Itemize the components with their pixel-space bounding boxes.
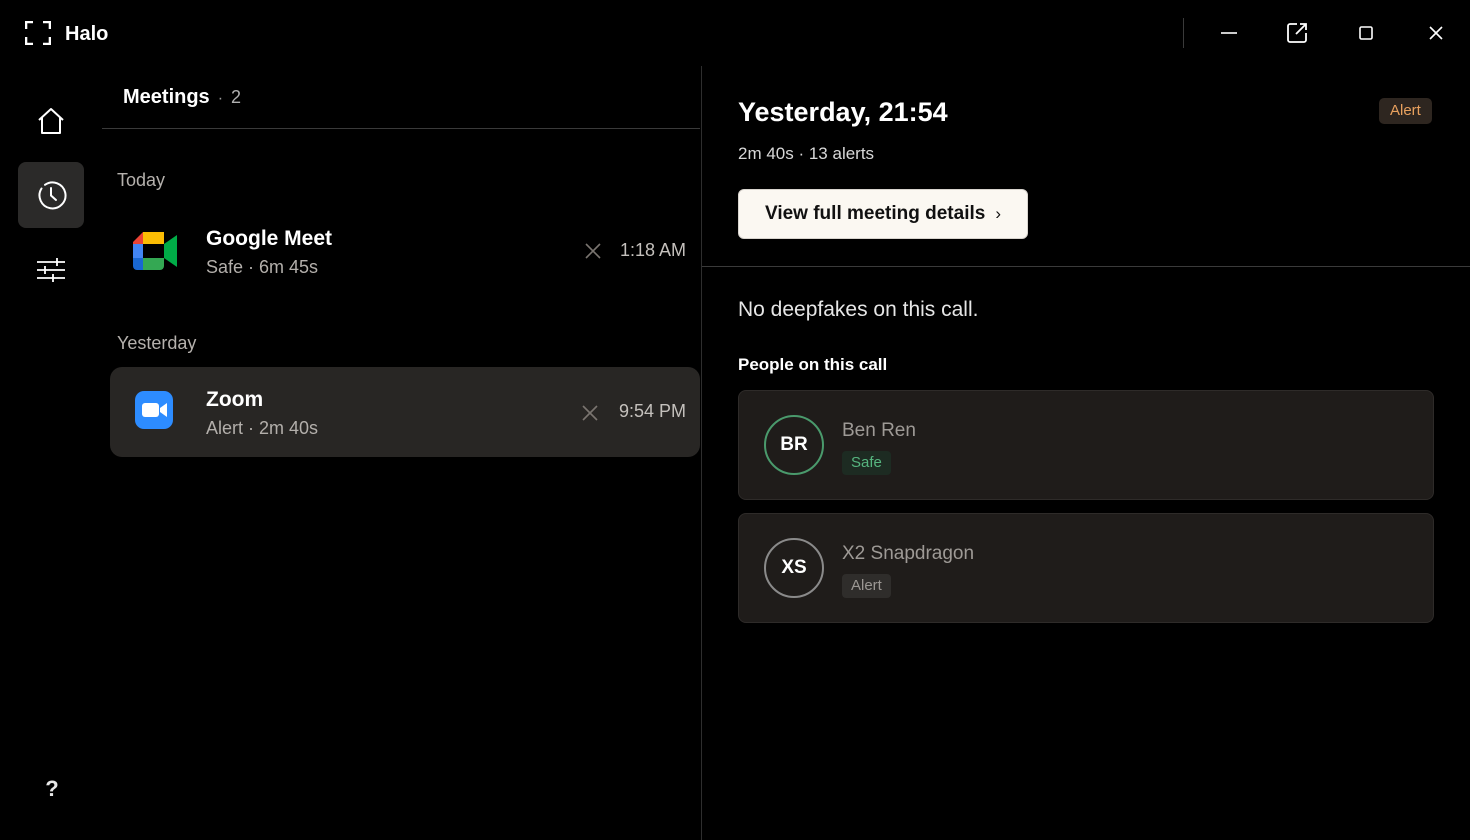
zoom-icon	[135, 391, 173, 429]
clock-icon	[38, 181, 67, 210]
nav-home-button[interactable]	[18, 88, 84, 154]
meeting-time: 1:18 AM	[619, 240, 686, 260]
status-badge: Alert	[1379, 98, 1432, 124]
home-icon	[38, 108, 64, 134]
meeting-subtitle: Safe · 6m 45s	[206, 257, 319, 277]
section-label-today: Today	[117, 170, 166, 190]
meetings-header: Meetings · 2	[123, 86, 241, 109]
person-card[interactable]: BR Ben Ren Safe	[738, 390, 1434, 500]
meetings-separator: ·	[217, 90, 224, 107]
title-bar: Halo	[0, 0, 1470, 66]
nav-settings-button[interactable]	[18, 237, 84, 303]
pane-divider	[701, 66, 702, 840]
maximize-button[interactable]	[1349, 16, 1383, 50]
summary-text: No deepfakes on this call.	[738, 298, 979, 321]
meeting-row-google-meet[interactable]: Google Meet Safe · 6m 45s 1:18 AM	[110, 206, 700, 296]
close-window-button[interactable]	[1419, 16, 1453, 50]
detail-title: Yesterday, 21:54	[738, 97, 948, 127]
meetings-count: 2	[231, 87, 242, 107]
chevron-right-icon: ›	[995, 204, 1001, 223]
popout-button[interactable]	[1280, 16, 1314, 50]
help-button[interactable]: ?	[40, 776, 64, 806]
nav-history-button[interactable]	[18, 162, 84, 228]
popout-icon	[1287, 23, 1307, 43]
person-name: X2 Snapdragon	[842, 543, 975, 564]
person-status-badge: Safe	[842, 451, 891, 475]
google-meet-icon	[133, 232, 177, 270]
meeting-name: Google Meet	[206, 227, 333, 250]
dismiss-icon[interactable]	[580, 403, 600, 423]
meeting-time: 9:54 PM	[618, 401, 686, 421]
app-title: Halo	[65, 23, 109, 45]
avatar: BR	[764, 415, 824, 475]
people-heading: People on this call	[738, 355, 888, 374]
app-logo-icon	[25, 21, 51, 45]
minimize-icon	[1221, 32, 1237, 34]
maximize-icon	[1359, 26, 1373, 40]
minimize-button[interactable]	[1212, 16, 1246, 50]
person-status-badge: Alert	[842, 574, 891, 598]
detail-divider	[702, 266, 1470, 267]
list-divider	[102, 128, 700, 129]
avatar: XS	[764, 538, 824, 598]
view-details-button[interactable]: View full meeting details ›	[738, 189, 1028, 239]
view-details-label: View full meeting details	[765, 203, 986, 224]
meeting-subtitle: Alert · 2m 40s	[206, 418, 319, 438]
meeting-name: Zoom	[206, 388, 264, 411]
dismiss-icon[interactable]	[583, 241, 603, 261]
person-name: Ben Ren	[842, 420, 916, 441]
person-card[interactable]: XS X2 Snapdragon Alert	[738, 513, 1434, 623]
meeting-row-zoom[interactable]: Zoom Alert · 2m 40s 9:54 PM	[110, 367, 700, 457]
detail-meta: 2m 40s · 13 alerts	[738, 144, 875, 163]
close-icon	[1429, 26, 1443, 40]
section-label-yesterday: Yesterday	[117, 333, 197, 353]
titlebar-separator	[1183, 18, 1184, 48]
sliders-icon	[37, 258, 65, 282]
meetings-title: Meetings	[123, 86, 210, 108]
